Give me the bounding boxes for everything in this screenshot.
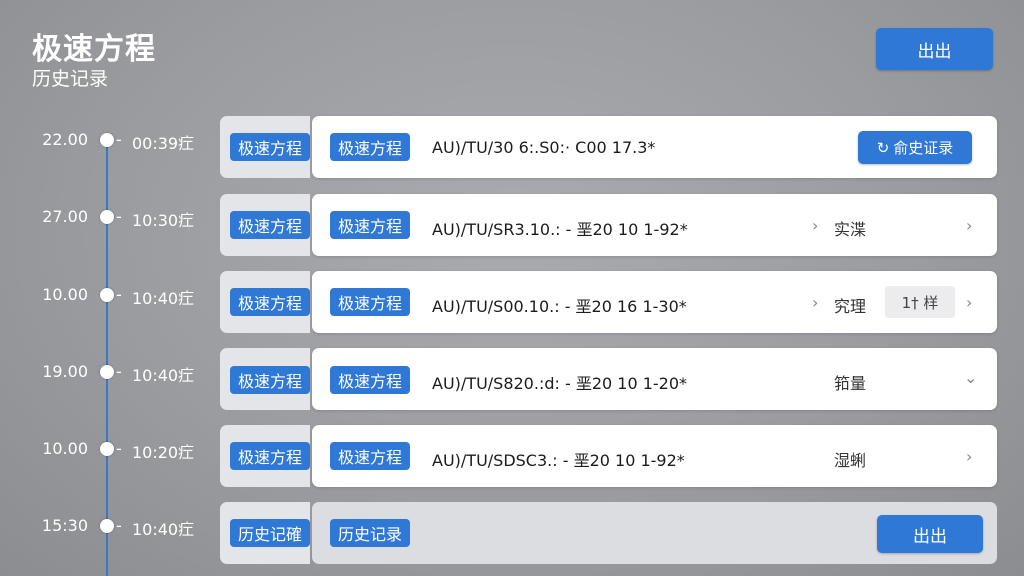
timeline-entry: 10.00 - 10:20疘 [0,437,220,462]
page-subtitle: 历史记录 [32,68,109,90]
timeline-end-time: 10:40疘 [132,520,195,539]
timeline-entry: 10.00 - 10:40疘 [0,283,220,308]
timeline-start-time: 19.00 [42,362,88,381]
tag-badge: 历史记录 [330,519,411,547]
tag-badge: 极速方程 [230,133,311,161]
timeline-dash: - [116,130,122,149]
status-text: 究理 [834,297,867,316]
timeline-dot [100,519,114,533]
timeline-dash: - [116,362,122,381]
chevron-right-icon[interactable]: › [966,293,972,312]
chevron-right-icon[interactable]: › [966,216,972,235]
small-arrow-icon: › [812,293,819,312]
timeline-dash: - [116,516,122,535]
record-code: AU)/TU/S00.10.: - 垩20 16 1-30* [432,297,687,316]
record-code: AU)/TU/SR3.10.: - 垩20 10 1-92* [432,220,688,239]
timeline-entry: 27.00 - 10:30疘 [0,205,220,230]
timeline-start-time: 22.00 [42,130,88,149]
tag-badge: 极速方程 [330,442,411,470]
small-arrow-icon: › [812,216,819,235]
chevron-right-icon[interactable]: › [966,447,972,466]
history-record-label: 俞史证录 [893,139,954,157]
chevron-down-icon[interactable]: ⌄ [964,368,977,387]
exit-button[interactable]: 出出 [877,515,983,553]
timeline-entry: 19.00 - 10:40疘 [0,360,220,385]
page-title: 极速方程 [32,32,156,67]
tag-badge: 极速方程 [230,211,311,239]
timeline-dot [100,133,114,147]
status-text: 筘量 [834,374,867,393]
tag-badge: 历史记確 [230,519,311,547]
timeline-end-time: 10:20疘 [132,443,195,462]
tag-badge: 极速方程 [230,442,311,470]
record-code: AU)/TU/SDSC3.: - 垩20 10 1-92* [432,451,685,470]
timeline-dot [100,442,114,456]
timeline-end-time: 10:40疘 [132,289,195,308]
tag-badge: 极速方程 [330,366,411,394]
timeline-end-time: 10:40疘 [132,366,195,385]
tag-badge: 极速方程 [330,288,411,316]
sample-chip[interactable]: 1† 样 [885,286,955,318]
status-text: 实渫 [834,220,867,239]
timeline-start-time: 10.00 [42,439,88,458]
timeline-dot [100,288,114,302]
record-code: AU)/TU/30 6:.S0:· C00 17.3* [432,138,656,157]
timeline-entry: 22.00 - 00:39疘 [0,128,220,153]
tag-badge: 极速方程 [330,211,411,239]
timeline-end-time: 10:30疘 [132,211,195,230]
history-record-button[interactable]: ↻ 俞史证录 [858,131,972,164]
timeline-dot [100,210,114,224]
timeline-dot [100,365,114,379]
tag-badge: 极速方程 [230,366,311,394]
record-code: AU)/TU/S820.:d: - 垩20 10 1-20* [432,374,688,393]
tag-badge: 极速方程 [230,288,311,316]
tag-badge: 极速方程 [330,133,411,161]
timeline-dash: - [116,207,122,226]
status-text: 湿蜊 [834,451,867,470]
exit-button[interactable]: 出出 [876,28,993,70]
timeline-dash: - [116,439,122,458]
timeline-end-time: 00:39疘 [132,134,195,153]
timeline-dash: - [116,285,122,304]
timeline-start-time: 15:30 [41,516,88,535]
timeline-start-time: 27.00 [42,207,88,226]
history-icon: ↻ [876,138,890,157]
timeline-start-time: 10.00 [42,285,88,304]
timeline-entry: 15:30 - 10:40疘 [0,514,220,539]
